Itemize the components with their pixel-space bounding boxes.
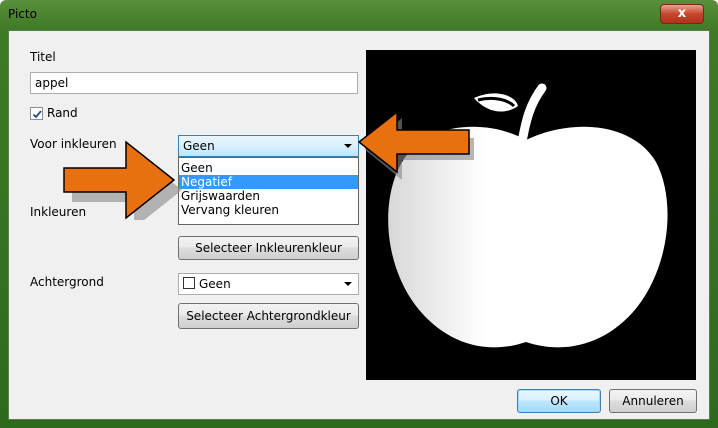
titel-label: Titel [30,50,56,64]
cancel-button[interactable]: Annuleren [609,389,697,413]
arrow-right-annotation-icon [63,140,182,220]
arrow-left-annotation-icon [357,110,474,180]
dropdown-option-negatief[interactable]: Negatief [179,175,358,189]
chevron-down-icon [344,282,352,286]
achtergrond-combo[interactable]: Geen [178,273,359,295]
window-title: Picto [8,7,37,21]
titel-input[interactable]: appel [30,72,358,94]
apple-icon [388,83,668,348]
select-achtergrondkleur-button[interactable]: Selecteer Achtergrondkleur [178,303,359,329]
voor-inkleuren-value: Geen [183,139,215,153]
chevron-down-icon [344,144,352,148]
voor-inkleuren-dropdown: Geen Negatief Grijswaarden Vervang kleur… [178,157,359,225]
color-swatch-icon [183,277,195,289]
achtergrond-label: Achtergrond [30,275,104,289]
picto-preview [366,50,696,380]
dialog-window: Picto x Titel appel Rand Voor inkleuren … [0,0,718,428]
dropdown-option-vervang-kleuren[interactable]: Vervang kleuren [179,203,358,217]
close-button[interactable]: x [660,4,704,24]
rand-label: Rand [47,106,78,120]
title-bar[interactable]: Picto x [0,0,718,30]
achtergrond-value: Geen [199,277,231,291]
checkmark-icon [32,110,42,119]
dropdown-option-grijswaarden[interactable]: Grijswaarden [179,189,358,203]
dropdown-option-geen[interactable]: Geen [179,161,358,175]
rand-checkbox[interactable] [30,107,43,120]
select-inkleurenkleur-button[interactable]: Selecteer Inkleurenkleur [178,236,359,260]
voor-inkleuren-combo[interactable]: Geen [178,135,359,157]
ok-button[interactable]: OK [517,389,601,413]
